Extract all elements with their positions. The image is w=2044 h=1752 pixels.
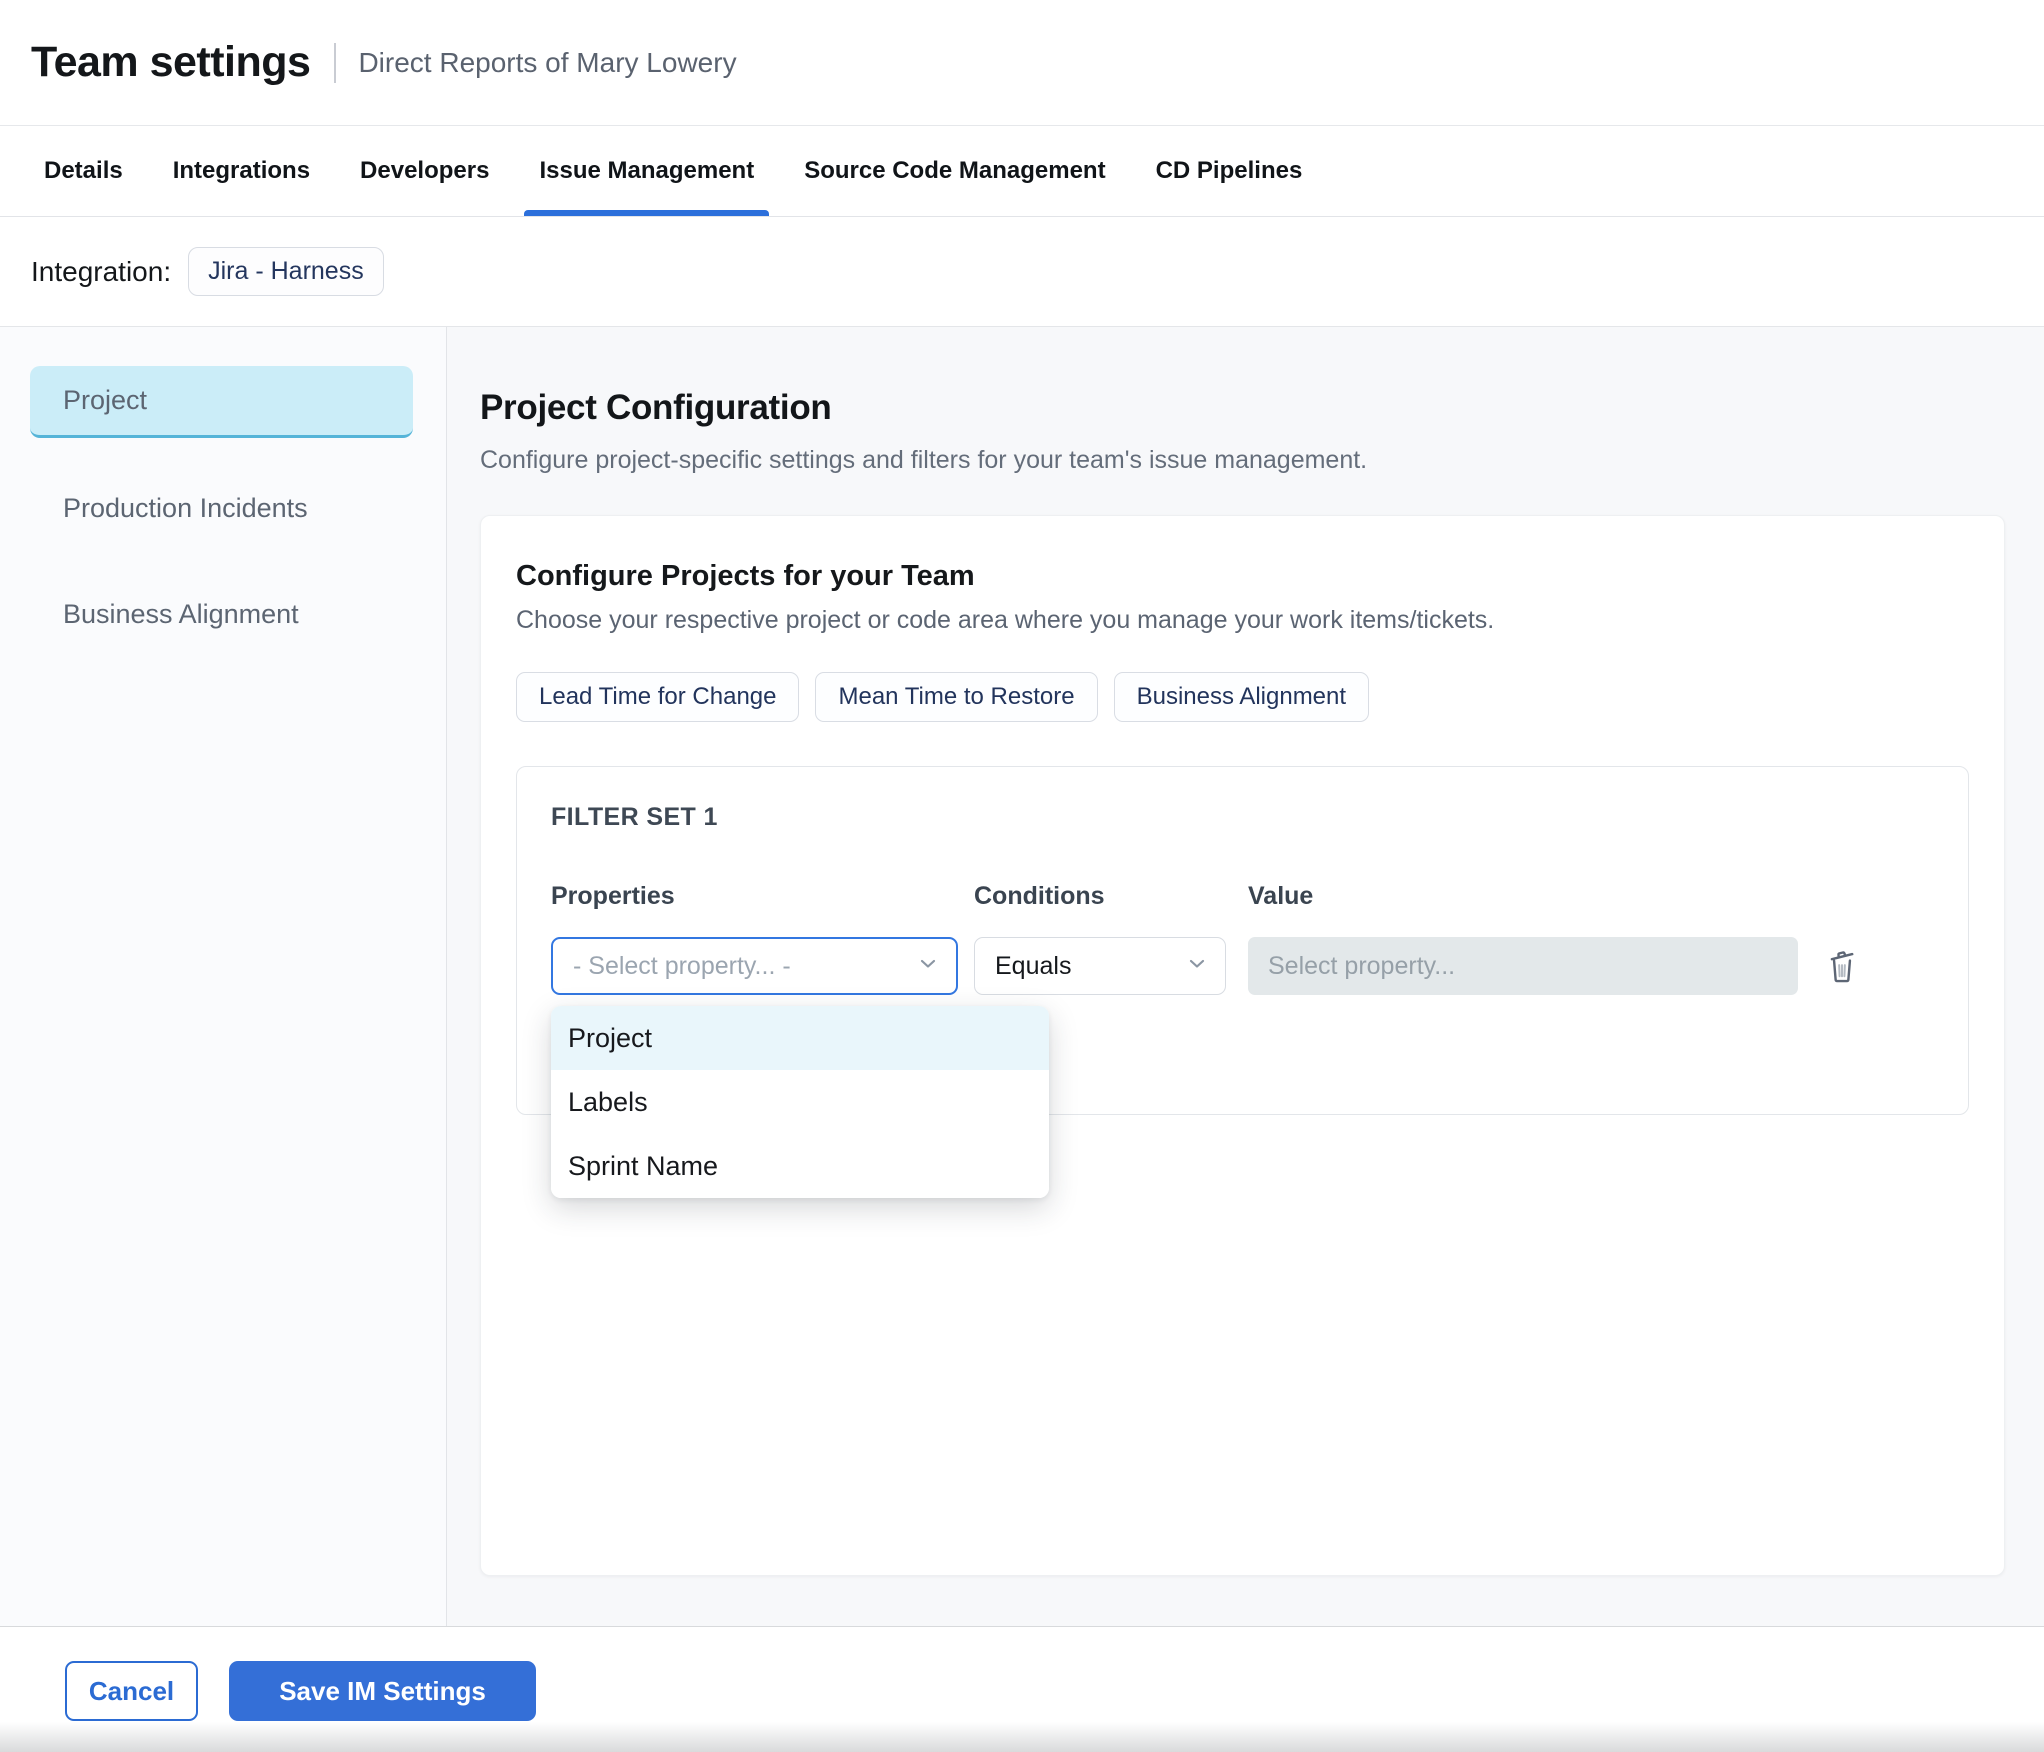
title-divider bbox=[334, 42, 337, 83]
save-im-settings-button[interactable]: Save IM Settings bbox=[229, 1661, 536, 1721]
property-select[interactable]: - Select property... - bbox=[551, 937, 958, 995]
tab-integrations[interactable]: Integrations bbox=[158, 126, 325, 216]
page-subtitle: Direct Reports of Mary Lowery bbox=[358, 46, 737, 78]
filter-set-panel: FILTER SET 1 Properties Conditions Value… bbox=[516, 766, 1969, 1198]
cancel-button[interactable]: Cancel bbox=[65, 1661, 198, 1721]
tab-details[interactable]: Details bbox=[29, 126, 138, 216]
card-subtitle: Choose your respective project or code a… bbox=[516, 606, 1495, 634]
chip-mean-time-to-restore[interactable]: Mean Time to Restore bbox=[815, 672, 1098, 722]
dropdown-option-labels[interactable]: Labels bbox=[551, 1070, 1049, 1134]
integration-bar: Integration: Jira - Harness bbox=[0, 217, 2044, 327]
configure-projects-card: Configure Projects for your Team Choose … bbox=[480, 515, 2005, 1576]
chip-business-alignment[interactable]: Business Alignment bbox=[1113, 672, 1370, 722]
value-input[interactable] bbox=[1248, 937, 1798, 995]
filter-controls-row: - Select property... - Equals bbox=[551, 937, 1934, 995]
dropdown-option-project[interactable]: Project bbox=[551, 1006, 1049, 1070]
sidebar-item-production-incidents[interactable]: Production Incidents bbox=[30, 472, 413, 544]
page-header: Team settings Direct Reports of Mary Low… bbox=[0, 0, 2044, 126]
chip-lead-time-for-change[interactable]: Lead Time for Change bbox=[516, 672, 800, 722]
chevron-down-icon bbox=[1185, 952, 1209, 981]
page-title: Team settings bbox=[31, 38, 311, 86]
condition-select[interactable]: Equals bbox=[974, 937, 1226, 995]
tab-bar: Details Integrations Developers Issue Ma… bbox=[0, 126, 2044, 217]
tab-issue-management[interactable]: Issue Management bbox=[524, 126, 769, 216]
column-header-conditions: Conditions bbox=[974, 882, 1105, 910]
sidebar-item-business-alignment[interactable]: Business Alignment bbox=[30, 578, 413, 650]
tab-cd-pipelines[interactable]: CD Pipelines bbox=[1141, 126, 1318, 216]
sidebar-item-project[interactable]: Project bbox=[30, 366, 413, 438]
tab-developers[interactable]: Developers bbox=[345, 126, 504, 216]
tab-source-code-management[interactable]: Source Code Management bbox=[789, 126, 1120, 216]
section-title: Project Configuration bbox=[480, 388, 832, 427]
property-select-placeholder: - Select property... - bbox=[573, 951, 791, 980]
card-title: Configure Projects for your Team bbox=[516, 560, 975, 592]
integration-label: Integration: bbox=[31, 255, 172, 287]
property-dropdown-menu: Project Labels Sprint Name bbox=[551, 1006, 1049, 1198]
metric-chips: Lead Time for Change Mean Time to Restor… bbox=[516, 672, 1969, 722]
filter-set-title: FILTER SET 1 bbox=[551, 803, 718, 831]
settings-sidebar: Project Production Incidents Business Al… bbox=[0, 327, 447, 1626]
filter-column-headers: Properties Conditions Value bbox=[551, 882, 1934, 911]
delete-filter-button[interactable] bbox=[1822, 944, 1862, 988]
content-area: Project Production Incidents Business Al… bbox=[0, 327, 2044, 1626]
main-panel: Project Configuration Configure project-… bbox=[447, 327, 2044, 1626]
condition-select-value: Equals bbox=[995, 951, 1072, 980]
trash-icon bbox=[1830, 951, 1854, 983]
team-settings-page: Team settings Direct Reports of Mary Low… bbox=[0, 0, 2044, 1752]
column-header-value: Value bbox=[1248, 882, 1314, 910]
dropdown-option-sprint-name[interactable]: Sprint Name bbox=[551, 1134, 1049, 1198]
integration-chip[interactable]: Jira - Harness bbox=[188, 247, 384, 296]
chevron-down-icon bbox=[916, 952, 940, 981]
action-footer: Cancel Save IM Settings bbox=[0, 1626, 2044, 1752]
column-header-properties: Properties bbox=[551, 882, 675, 910]
section-subtitle: Configure project-specific settings and … bbox=[480, 446, 1368, 474]
